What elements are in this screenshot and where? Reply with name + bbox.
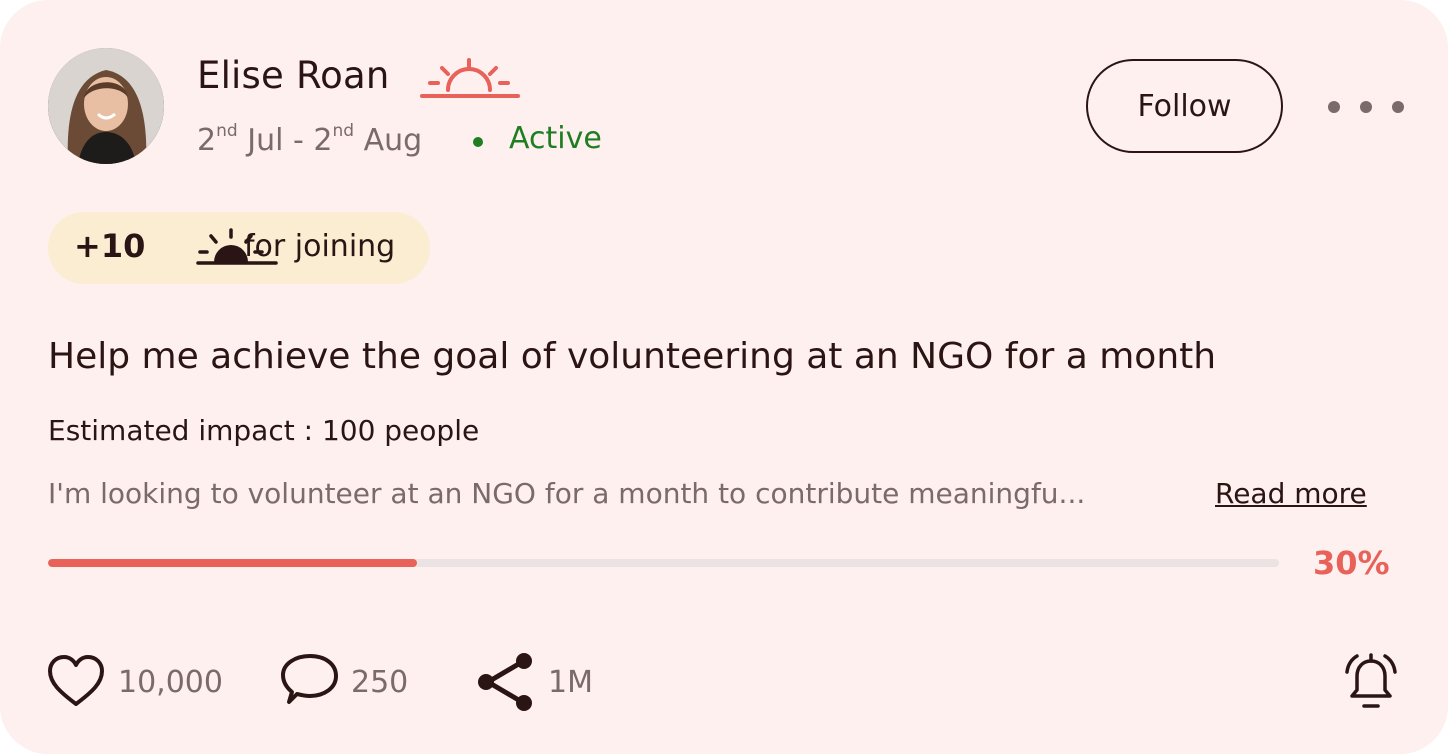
reward-label: for joining <box>244 229 396 264</box>
follow-button[interactable]: Follow <box>1086 59 1283 153</box>
comment-icon <box>281 654 338 704</box>
share-icon <box>478 653 532 711</box>
comment-count: 250 <box>351 664 409 700</box>
progress-fill <box>48 559 418 567</box>
end-day-suffix: nd <box>332 121 355 141</box>
start-day-suffix: nd <box>216 121 238 141</box>
status-dot <box>473 137 483 147</box>
date-range: 2nd Jul - 2nd Aug <box>197 121 422 158</box>
avatar-image <box>48 48 164 164</box>
goal-description: I'm looking to volunteer at an NGO for a… <box>48 477 1086 510</box>
more-dot <box>1360 101 1372 113</box>
date-separator: - <box>292 123 304 158</box>
start-month: Jul <box>247 123 284 158</box>
heart-icon <box>48 655 104 706</box>
reward-points: +10 <box>74 227 146 265</box>
like-count: 10,000 <box>118 664 223 700</box>
more-dots-icon[interactable] <box>1328 96 1404 118</box>
start-day: 2 <box>197 123 217 158</box>
read-more-link[interactable]: Read more <box>1215 477 1367 510</box>
like-button[interactable]: 10,000 <box>46 652 223 712</box>
share-button[interactable]: 1M <box>476 652 593 712</box>
bell-icon[interactable] <box>1338 650 1404 712</box>
progress-percent: 30% <box>1313 544 1390 582</box>
sun-rise-icon <box>420 58 520 98</box>
more-dot <box>1328 101 1340 113</box>
progress-bar <box>48 559 1279 567</box>
goal-card: Elise Roan 2nd Jul - 2nd Aug Active Foll… <box>0 0 1448 754</box>
status-badge: Active <box>509 121 602 156</box>
end-day: 2 <box>313 123 333 158</box>
reward-badge: +10 for joining <box>48 212 430 284</box>
goal-title[interactable]: Help me achieve the goal of volunteering… <box>48 336 1216 377</box>
end-month: Aug <box>363 123 423 158</box>
more-dot <box>1392 101 1404 113</box>
estimated-impact: Estimated impact : 100 people <box>48 414 480 447</box>
avatar[interactable] <box>48 48 164 164</box>
comment-button[interactable]: 250 <box>279 652 408 712</box>
share-count: 1M <box>548 664 593 700</box>
user-name[interactable]: Elise Roan <box>197 54 390 97</box>
